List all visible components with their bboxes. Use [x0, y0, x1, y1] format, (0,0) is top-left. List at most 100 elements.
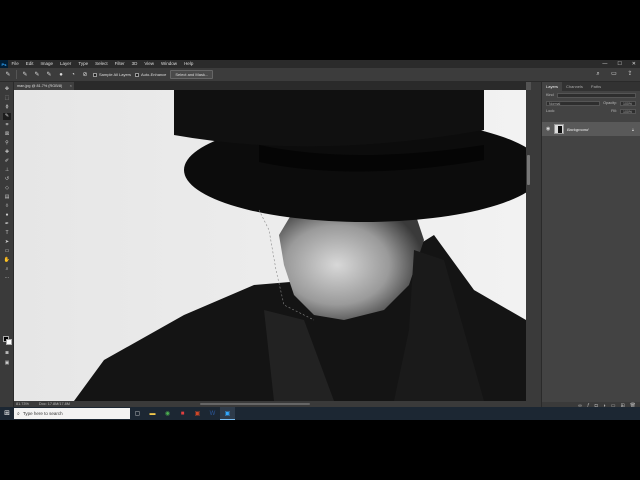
menu-edit[interactable]: Edit [22, 60, 37, 68]
kind-label: Kind [546, 93, 554, 97]
add-to-selection-icon[interactable]: ✎ [33, 71, 41, 79]
tab-paths[interactable]: Paths [587, 82, 605, 91]
quick-selection-tool-icon[interactable]: ✎ [4, 71, 12, 79]
chrome-icon[interactable]: ◉ [160, 407, 175, 420]
blur-tool-icon[interactable]: ◊ [3, 203, 11, 210]
quick-selection-tool-icon[interactable]: ✎ [3, 113, 11, 120]
eraser-tool-icon[interactable]: ◇ [3, 185, 11, 192]
fill-field[interactable]: 100% [620, 108, 636, 114]
menu-help[interactable]: Help [181, 60, 197, 68]
menu-file[interactable]: File [8, 60, 22, 68]
horizontal-scroll-thumb[interactable] [200, 403, 310, 405]
document-tab-label: man.jpg @ 81.7% (RGB/8) [17, 84, 63, 88]
menu-layer[interactable]: Layer [57, 60, 75, 68]
document-tab[interactable]: man.jpg @ 81.7% (RGB/8) × [14, 82, 74, 90]
menu-select[interactable]: Select [92, 60, 112, 68]
history-brush-tool-icon[interactable]: ↺ [3, 176, 11, 183]
blend-mode-select[interactable]: Normal [546, 100, 601, 106]
brush-tool-icon[interactable]: ✐ [3, 158, 11, 165]
taskbar-search-box[interactable]: ⌕ Type here to search [14, 408, 130, 419]
frame-tool-icon[interactable]: ⊠ [3, 131, 11, 138]
workspace-icon[interactable]: ▭ [610, 70, 618, 78]
lock-label: Lock: [546, 109, 556, 113]
red-app-icon[interactable]: ■ [175, 407, 190, 420]
panel-tabs: Layers Channels Paths [542, 82, 640, 91]
screen-mode-icon[interactable]: ▣ [3, 360, 11, 367]
pen-tool-icon[interactable]: ✒ [3, 221, 11, 228]
eye-icon[interactable]: ◉ [546, 126, 551, 132]
menu-bar: Ps File Edit Image Layer Type Select Fil… [0, 60, 640, 68]
sample-all-layers-checkbox[interactable] [93, 72, 97, 77]
sample-all-layers-option[interactable]: Sample All Layers [93, 72, 131, 77]
brush-pressure-icon[interactable]: ⊘ [81, 71, 89, 79]
share-icon[interactable]: ⇪ [626, 70, 634, 78]
search-icon[interactable]: ⌕ [594, 70, 602, 78]
new-selection-icon[interactable]: ✎ [21, 71, 29, 79]
more-tools-icon[interactable]: ⋯ [3, 275, 11, 282]
background-color-swatch[interactable] [6, 339, 12, 345]
lock-row: Lock: Fill: 100% [542, 107, 640, 115]
document-tab-bar: man.jpg @ 81.7% (RGB/8) × [14, 82, 526, 90]
close-button[interactable]: ✕ [632, 60, 636, 68]
menu-image[interactable]: Image [37, 60, 57, 68]
layer-filter-row: Kind [542, 91, 640, 99]
layer-name[interactable]: Background [567, 127, 588, 132]
crop-tool-icon[interactable]: ⌗ [3, 122, 11, 129]
brush-size-icon[interactable]: ● [57, 71, 65, 79]
auto-enhance-option[interactable]: Auto-Enhance [135, 72, 166, 77]
subtract-from-selection-icon[interactable]: ✎ [45, 71, 53, 79]
tab-layers[interactable]: Layers [542, 82, 563, 91]
move-tool-icon[interactable]: ✥ [3, 86, 11, 93]
lock-icon: 🔒︎ [631, 126, 634, 132]
menu-filter[interactable]: Filter [111, 60, 128, 68]
search-icon: ⌕ [17, 410, 20, 417]
photoshop-taskbar-icon[interactable]: ▣ [220, 407, 235, 420]
select-and-mask-button[interactable]: Select and Mask... [170, 70, 214, 79]
clone-stamp-tool-icon[interactable]: ⊥ [3, 167, 11, 174]
gradient-tool-icon[interactable]: ▤ [3, 194, 11, 201]
path-selection-tool-icon[interactable]: ➤ [3, 239, 11, 246]
menu-type[interactable]: Type [75, 60, 92, 68]
quick-mask-icon[interactable]: ◙ [3, 350, 11, 357]
blend-row: Normal Opacity: 100% [542, 99, 640, 107]
powerpoint-icon[interactable]: ▣ [190, 407, 205, 420]
photoshop-window: Ps File Edit Image Layer Type Select Fil… [0, 60, 640, 420]
layer-thumbnail [554, 124, 564, 134]
healing-brush-tool-icon[interactable]: ✚ [3, 149, 11, 156]
marquee-tool-icon[interactable]: ⬚ [3, 95, 11, 102]
vertical-scroll-thumb[interactable] [527, 155, 530, 185]
maximize-button[interactable]: ☐ [617, 60, 621, 68]
windows-start-icon[interactable]: ⊞ [0, 407, 14, 420]
menu-window[interactable]: Window [158, 60, 181, 68]
file-explorer-icon[interactable]: ▬ [145, 407, 160, 420]
brush-angle-icon[interactable]: ◔ [69, 71, 77, 79]
layer-background[interactable]: ◉ Background 🔒︎ [542, 122, 640, 136]
type-tool-icon[interactable]: T [3, 230, 11, 237]
close-tab-icon[interactable]: × [70, 82, 72, 90]
options-right-icons: ⌕ ▭ ⇪ [594, 70, 634, 78]
menu-view[interactable]: View [141, 60, 158, 68]
kind-filter-select[interactable] [556, 92, 636, 98]
minimize-button[interactable]: — [602, 60, 607, 68]
separator [16, 70, 17, 79]
lasso-tool-icon[interactable]: ϕ [3, 104, 11, 111]
opacity-label: Opacity: [603, 101, 617, 105]
options-bar: ✎ ✎ ✎ ✎ ● ◔ ⊘ Sample All Layers Auto-Enh… [0, 68, 640, 82]
task-view-icon[interactable]: ▢ [130, 407, 145, 420]
hand-tool-icon[interactable]: ✋ [3, 257, 11, 264]
sample-all-layers-label: Sample All Layers [99, 72, 132, 77]
tab-channels[interactable]: Channels [562, 82, 587, 91]
tools-panel: ✥ ⬚ ϕ ✎ ⌗ ⊠ ⚲ ✚ ✐ ⊥ ↺ ◇ ▤ ◊ ● ✒ T ➤ ▭ ✋ … [0, 82, 14, 410]
eyedropper-tool-icon[interactable]: ⚲ [3, 140, 11, 147]
word-icon[interactable]: W [205, 407, 220, 420]
window-controls: — ☐ ✕ [602, 60, 636, 68]
rectangle-tool-icon[interactable]: ▭ [3, 248, 11, 255]
dodge-tool-icon[interactable]: ● [3, 212, 11, 219]
opacity-field[interactable]: 100% [620, 100, 636, 106]
document-canvas[interactable] [14, 90, 526, 401]
search-placeholder: Type here to search [22, 411, 63, 416]
zoom-tool-icon[interactable]: ⌕ [3, 266, 11, 273]
panel-icons-column [531, 82, 541, 410]
menu-3d[interactable]: 3D [128, 60, 141, 68]
auto-enhance-checkbox[interactable] [135, 72, 140, 77]
